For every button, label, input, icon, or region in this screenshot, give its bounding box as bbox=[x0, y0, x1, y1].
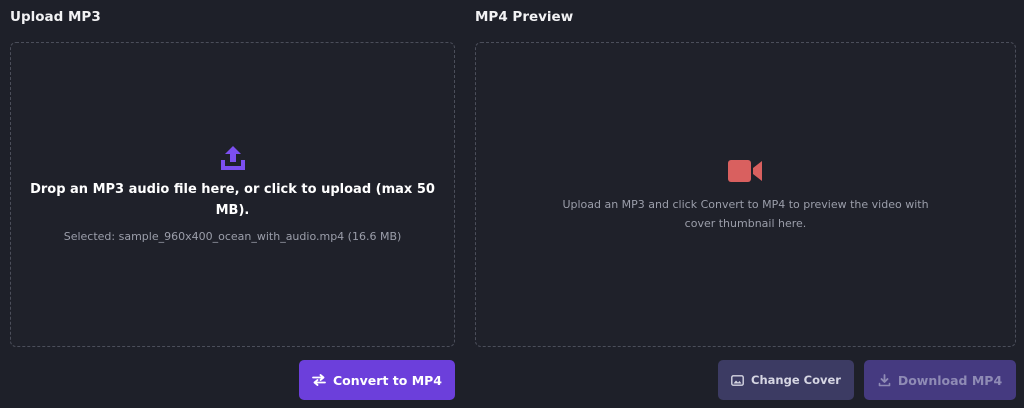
preview-panel-title: MP4 Preview bbox=[475, 9, 574, 25]
change-cover-label: Change Cover bbox=[751, 373, 841, 387]
convert-button-label: Convert to MP4 bbox=[333, 372, 442, 388]
image-icon bbox=[731, 374, 744, 386]
mp3-dropzone[interactable]: Drop an MP3 audio file here, or click to… bbox=[10, 42, 455, 347]
convert-to-mp4-button[interactable]: Convert to MP4 bbox=[299, 360, 455, 400]
change-cover-button[interactable]: Change Cover bbox=[718, 360, 854, 400]
swap-arrows-icon bbox=[312, 374, 326, 386]
download-button-label: Download MP4 bbox=[897, 372, 1003, 388]
selected-file-text: Selected: sample_960x400_ocean_with_audi… bbox=[63, 230, 402, 243]
upload-icon bbox=[220, 146, 245, 170]
dropzone-instructions: Drop an MP3 audio file here, or click to… bbox=[30, 182, 435, 218]
download-icon bbox=[878, 373, 891, 386]
upload-panel-title: Upload MP3 bbox=[10, 9, 101, 25]
download-mp4-button[interactable]: Download MP4 bbox=[864, 360, 1016, 400]
preview-placeholder-text: Upload an MP3 and click Convert to MP4 t… bbox=[562, 198, 929, 230]
video-camera-icon bbox=[727, 160, 762, 182]
mp4-preview-area: Upload an MP3 and click Convert to MP4 t… bbox=[475, 42, 1016, 347]
